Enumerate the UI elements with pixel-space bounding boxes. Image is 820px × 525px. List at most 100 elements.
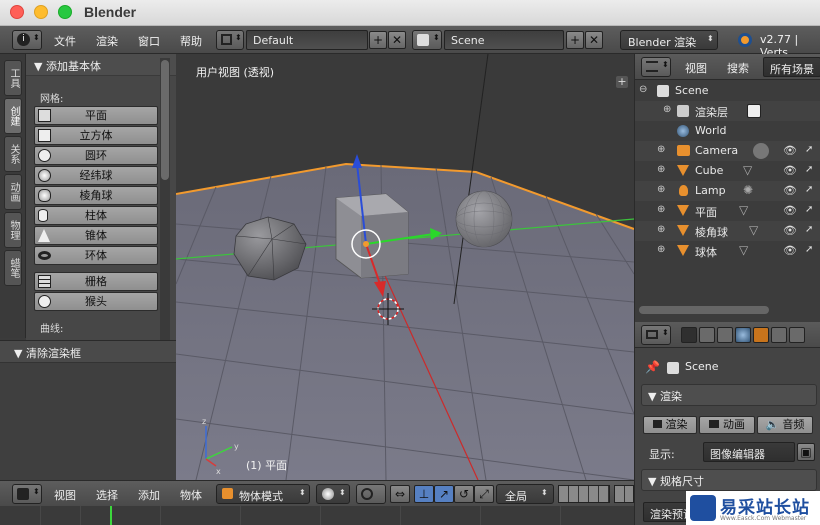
add-menu[interactable]: 添加 [138,487,160,503]
outliner-menu-view[interactable]: 视图 [685,60,707,76]
modifiers-wrench-icon[interactable] [789,327,805,343]
selectable-cursor-icon[interactable]: ➚ [805,144,813,155]
tab-physics[interactable]: 物理 [4,212,22,248]
screen-layout-button[interactable]: ⬍ [216,30,244,50]
outliner-row-lamp[interactable]: ⊕ Lamp ✺ 👁 ➚ [635,181,820,201]
scene-select-button[interactable]: ⬍ [412,30,442,50]
lock-interface-icon[interactable]: ▣ [797,443,815,461]
expand-icon[interactable]: ⊕ [657,144,665,155]
menu-render[interactable]: 渲染 [96,33,118,49]
rotate-manipulator-icon[interactable]: ↺ [454,485,474,503]
render-image-button[interactable]: 渲染 [643,416,697,434]
render-audio-button[interactable]: 🔈 音频 [757,416,813,434]
expand-icon[interactable]: ⊕ [657,244,665,255]
add-primitive-header[interactable]: ▼ 添加基本体 [26,54,176,76]
outliner-row-render-layers[interactable]: ⊕ 渲染层 [635,101,820,121]
remove-layout-icon[interactable]: ✕ [388,31,406,49]
transform-orientation-dropdown[interactable]: 全局 ⬍ [496,484,554,504]
current-frame-marker[interactable] [110,506,112,525]
render-section-header[interactable]: ▼ 渲染 [641,384,817,406]
move-arrow-icon[interactable]: ↗ [434,485,454,503]
select-menu[interactable]: 选择 [96,487,118,503]
tab-create[interactable]: 创建 [4,98,22,134]
tab-relations[interactable]: 关系 [4,136,22,172]
zoom-window-button[interactable] [58,5,72,19]
tool-shelf-scrollbar[interactable] [160,58,170,340]
minimize-window-button[interactable] [34,5,48,19]
add-plane-button[interactable]: 平面 [34,106,158,125]
add-layout-icon[interactable]: + [369,31,387,49]
visibility-eye-icon[interactable]: 👁 [783,184,797,197]
add-torus-button[interactable]: 环体 [34,246,158,265]
add-grid-button[interactable]: 栅格 [34,272,158,291]
world-tab-icon[interactable] [735,327,751,343]
visibility-eye-icon[interactable]: 👁 [783,144,797,157]
outliner-row-cube[interactable]: ⊕ Cube ▽ 👁 ➚ [635,161,820,181]
expand-icon[interactable]: ⊕ [657,184,665,195]
selectable-cursor-icon[interactable]: ➚ [805,184,813,195]
close-window-button[interactable] [10,5,24,19]
outliner-row-ico-sphere[interactable]: ⊕ 棱角球 ▽ 👁 ➚ [635,221,820,241]
clear-render-border-header[interactable]: ▼ 清除渲染框 [0,341,176,363]
add-scene-icon[interactable]: + [566,31,584,49]
layer-buttons-2[interactable] [614,485,634,503]
outliner-row-world[interactable]: World [635,121,820,141]
outliner-row-sphere[interactable]: ⊕ 球体 ▽ 👁 ➚ [635,241,820,261]
viewport-add-icon[interactable]: + [616,76,628,88]
editor-type-button[interactable]: i ⬍ [12,30,42,50]
view-menu[interactable]: 视图 [54,487,76,503]
add-monkey-button[interactable]: 猴头 [34,292,158,311]
collapse-icon[interactable]: ⊖ [639,84,647,95]
pin-icon[interactable]: 📌 [645,360,660,374]
expand-icon[interactable]: ⊕ [663,104,671,115]
layout-name-field[interactable]: Default [246,30,368,50]
render-layers-tab-icon[interactable] [699,327,715,343]
tab-grease-pencil[interactable]: 蜡笔 [4,250,22,286]
expand-icon[interactable]: ⊕ [657,224,665,235]
menu-file[interactable]: 文件 [54,33,76,49]
dimensions-section-header[interactable]: ▼ 规格尺寸 [641,469,817,491]
selectable-cursor-icon[interactable]: ➚ [805,204,813,215]
outliner-display-mode-dropdown[interactable]: 所有场景 [763,57,820,77]
selectable-cursor-icon[interactable]: ➚ [805,164,813,175]
render-animation-button[interactable]: 动画 [699,416,755,434]
timeline-strip[interactable] [0,506,634,525]
add-cylinder-button[interactable]: 柱体 [34,206,158,225]
viewport-shading-dropdown[interactable]: ⬍ [316,484,350,504]
manipulator-toggle-icon[interactable]: ⇔ [390,485,410,503]
interaction-mode-dropdown[interactable]: 物体模式 ⬍ [216,484,310,504]
outliner-row-plane[interactable]: ⊕ 平面 ▽ 👁 ➚ [635,201,820,221]
object-menu[interactable]: 物体 [180,487,202,503]
pivot-point-dropdown[interactable] [356,484,386,504]
menu-window[interactable]: 窗口 [138,33,160,49]
translate-manipulator-icon[interactable]: ⊥ [414,485,434,503]
outliner-row-scene[interactable]: ⊖ Scene [635,81,820,101]
selectable-cursor-icon[interactable]: ➚ [805,224,813,235]
render-engine-dropdown[interactable]: Blender 渲染 ⬍ [620,30,718,50]
object-tab-icon[interactable] [753,327,769,343]
expand-icon[interactable]: ⊕ [657,164,665,175]
visibility-eye-icon[interactable]: 👁 [783,164,797,177]
add-cube-button[interactable]: 立方体 [34,126,158,145]
display-mode-dropdown[interactable]: 图像编辑器 [703,442,795,462]
outliner-row-camera[interactable]: ⊕ Camera 👁 ➚ [635,141,820,161]
outliner-editor-type-button[interactable]: ⬍ [641,57,671,77]
add-ico-sphere-button[interactable]: 棱角球 [34,186,158,205]
scene-name-field[interactable]: Scene [444,30,564,50]
remove-scene-icon[interactable]: ✕ [585,31,603,49]
menu-help[interactable]: 帮助 [180,33,202,49]
selectable-cursor-icon[interactable]: ➚ [805,244,813,255]
add-uv-sphere-button[interactable]: 经纬球 [34,166,158,185]
scrollbar-thumb[interactable] [161,60,169,180]
add-circle-button[interactable]: 圆环 [34,146,158,165]
tab-tools[interactable]: 工具 [4,60,22,96]
expand-icon[interactable]: ⊕ [657,204,665,215]
tab-animation[interactable]: 动画 [4,174,22,210]
render-tab-camera-icon[interactable] [681,327,697,343]
layer-buttons[interactable] [558,485,610,503]
3d-viewport[interactable]: z y x 用户视图 (透视) (1) 平面 + [176,54,634,480]
visibility-eye-icon[interactable]: 👁 [783,224,797,237]
outliner-menu-search[interactable]: 搜索 [727,60,749,76]
visibility-eye-icon[interactable]: 👁 [783,244,797,257]
scale-manipulator-icon[interactable]: ⤢ [474,485,494,503]
